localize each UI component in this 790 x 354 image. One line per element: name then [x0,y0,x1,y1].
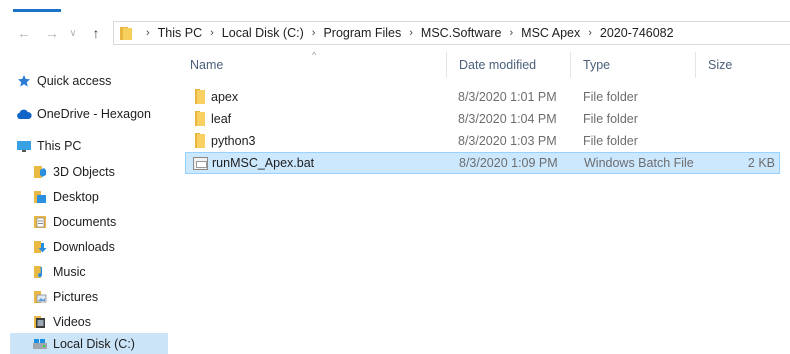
sidebar-item-label: Downloads [53,240,115,254]
drive-icon [32,336,48,352]
music-icon [32,264,48,280]
file-name: leaf [211,112,232,126]
column-header-size[interactable]: Size [708,58,732,72]
sidebar-item-quick-access[interactable]: Quick access [10,70,168,92]
up-arrow-icon[interactable]: ↑ [86,23,106,43]
chevron-right-icon[interactable]: › [409,27,413,39]
file-type: File folder [583,90,638,104]
column-header-type[interactable]: Type [583,58,610,72]
breadcrumb-local-disk[interactable]: Local Disk (C:) [222,26,304,40]
navigation-pane: Quick access OneDrive - Hexagon This PC … [0,54,170,354]
downloads-icon [32,239,48,255]
file-row[interactable]: apex 8/3/2020 1:01 PM File folder [185,86,780,108]
file-type: File folder [583,134,638,148]
sidebar-item-label: 3D Objects [53,165,115,179]
file-type: File folder [583,112,638,126]
file-row-selected[interactable]: runMSC_Apex.bat 8/3/2020 1:09 PM Windows… [185,152,780,174]
breadcrumb-msc-apex[interactable]: MSC Apex [521,26,580,40]
sidebar-item-label: Local Disk (C:) [53,337,135,351]
column-headers: ^ Name Date modified Type Size [180,50,790,78]
column-divider[interactable] [570,52,571,78]
sidebar-item-label: Pictures [53,290,99,304]
file-date-modified: 8/3/2020 1:04 PM [458,112,557,126]
folder-icon [191,111,207,126]
file-name: python3 [211,134,256,148]
3d-objects-icon [32,164,48,180]
file-name: runMSC_Apex.bat [212,156,315,170]
breadcrumb-version-folder[interactable]: 2020-746082 [600,26,674,40]
folder-icon [191,89,207,104]
star-icon [16,73,32,89]
computer-icon [16,138,32,154]
desktop-icon [32,189,48,205]
sidebar-item-onedrive[interactable]: OneDrive - Hexagon [10,103,168,125]
sidebar-item-label: OneDrive - Hexagon [37,107,151,121]
sidebar-item-label: This PC [37,139,82,153]
sidebar-item-label: Videos [53,315,91,329]
chevron-right-icon[interactable]: › [588,27,592,39]
ribbon-strip [0,0,790,14]
sidebar-item-desktop[interactable]: Desktop [26,186,168,208]
address-bar-row: ← → ∨ ↑ › This PC › Local Disk (C:) › Pr… [0,18,790,48]
sidebar-item-label: Music [53,265,86,279]
chevron-right-icon[interactable]: › [146,27,150,39]
column-header-date-modified[interactable]: Date modified [459,58,536,72]
chevron-right-icon[interactable]: › [210,27,214,39]
active-ribbon-tab-indicator[interactable] [13,9,61,12]
column-divider[interactable] [695,52,696,78]
sidebar-item-pictures[interactable]: Pictures [26,286,168,308]
file-size: 2 KB [747,156,775,170]
folder-icon [120,26,134,40]
breadcrumb-msc-software[interactable]: MSC.Software [421,26,502,40]
documents-icon [32,214,48,230]
back-arrow-icon[interactable]: ← [14,23,34,43]
file-date-modified: 8/3/2020 1:03 PM [458,134,557,148]
breadcrumb-this-pc[interactable]: This PC [158,26,202,40]
file-row[interactable]: leaf 8/3/2020 1:04 PM File folder [185,108,780,130]
recent-locations-chevron-icon[interactable]: ∨ [66,23,80,43]
videos-icon [32,314,48,330]
sidebar-item-label: Quick access [37,74,112,88]
address-breadcrumb[interactable]: › This PC › Local Disk (C:) › Program Fi… [113,21,790,45]
sidebar-item-downloads[interactable]: Downloads [26,236,168,258]
column-divider[interactable] [446,52,447,78]
chevron-right-icon[interactable]: › [510,27,514,39]
forward-arrow-icon[interactable]: → [42,23,62,43]
sidebar-item-label: Desktop [53,190,99,204]
sidebar-item-local-disk[interactable]: Local Disk (C:) [10,333,168,354]
chevron-right-icon[interactable]: › [312,27,316,39]
sidebar-item-documents[interactable]: Documents [26,211,168,233]
sidebar-item-label: Documents [53,215,117,229]
cloud-icon [16,106,32,122]
file-date-modified: 8/3/2020 1:09 PM [459,156,558,170]
file-name: apex [211,90,239,104]
sort-ascending-icon: ^ [312,50,317,60]
file-type: Windows Batch File [584,156,694,170]
folder-icon [191,133,207,148]
file-date-modified: 8/3/2020 1:01 PM [458,90,557,104]
breadcrumb-program-files[interactable]: Program Files [323,26,401,40]
batch-file-icon [192,156,208,171]
file-row[interactable]: python3 8/3/2020 1:03 PM File folder [185,130,780,152]
sidebar-item-3d-objects[interactable]: 3D Objects [26,161,168,183]
sidebar-item-this-pc[interactable]: This PC [10,135,168,157]
sidebar-item-music[interactable]: Music [26,261,168,283]
sidebar-item-videos[interactable]: Videos [26,311,168,333]
column-header-name[interactable]: Name [190,58,223,72]
pictures-icon [32,289,48,305]
